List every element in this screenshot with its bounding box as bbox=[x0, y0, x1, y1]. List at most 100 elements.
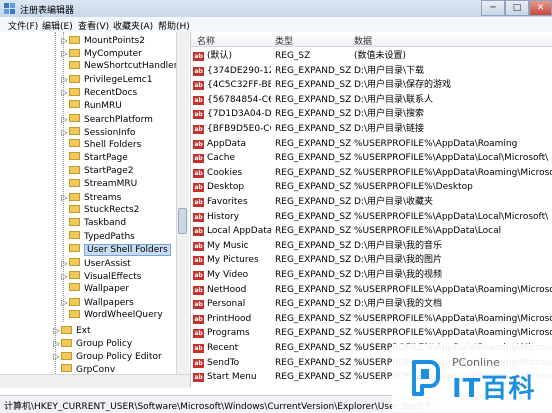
tree-item[interactable]: ▷ Ext bbox=[52, 324, 91, 337]
tree-vertical-scrollbar[interactable] bbox=[176, 32, 189, 387]
expand-arrow-icon[interactable]: ▷ bbox=[52, 337, 61, 350]
expand-arrow-icon[interactable]: ▷ bbox=[60, 296, 69, 309]
tree-item[interactable]: ▷ UserAssist bbox=[60, 257, 131, 270]
value-row[interactable]: ab My Video REG_EXPAND_SZ D:\用户目录\我的视频 bbox=[191, 269, 552, 282]
value-row[interactable]: ab PrintHood REG_EXPAND_SZ %USERPROFILE%\Ap… bbox=[191, 313, 552, 326]
folder-icon bbox=[69, 244, 80, 253]
expand-arrow-icon[interactable]: ▷ bbox=[60, 191, 69, 204]
value-data: %USERPROFILE%\AppData\Roaming\Microso bbox=[354, 328, 552, 339]
tree-item[interactable]: RunMRU bbox=[60, 100, 122, 113]
value-data: D:\用户目录\保存的游戏 bbox=[354, 80, 452, 91]
value-row[interactable]: ab Cache REG_EXPAND_SZ %USERPROFILE%\AppDat… bbox=[191, 152, 552, 165]
tree-item-label: Taskband bbox=[84, 218, 127, 229]
value-row[interactable]: ab{7D1D3A04-DE... REG_EXPAND_SZD:\用户目录\搜索 bbox=[191, 108, 552, 121]
tree-item[interactable]: Wallpaper bbox=[60, 283, 129, 296]
tree-item[interactable]: ▷ SessionInfo bbox=[60, 126, 135, 139]
tree-item[interactable]: StuckRects2 bbox=[60, 204, 139, 217]
value-type: REG_EXPAND_SZ bbox=[275, 197, 351, 207]
tree-item[interactable]: ▷ Group Policy Editor bbox=[52, 350, 162, 363]
tree-scroll-thumb[interactable] bbox=[178, 208, 187, 234]
menu-favorites[interactable]: 收藏夹(A) bbox=[113, 19, 153, 32]
expand-arrow-icon[interactable]: ▷ bbox=[52, 324, 61, 337]
value-data: %USERPROFILE%\Desktop bbox=[354, 182, 473, 193]
tree-item[interactable]: StartPage2 bbox=[60, 165, 134, 178]
tree-item[interactable]: ▷ RecentDocs bbox=[60, 86, 137, 99]
value-row[interactable]: ab My Music REG_EXPAND_SZ D:\用户目录\我的音乐 bbox=[191, 240, 552, 253]
expand-arrow-icon[interactable]: ▷ bbox=[60, 86, 69, 99]
value-type: REG_EXPAND_SZ bbox=[275, 80, 351, 91]
folder-icon bbox=[69, 152, 80, 161]
expand-arrow-icon[interactable]: ▷ bbox=[60, 47, 69, 60]
tree-item[interactable]: Shell Folders bbox=[60, 139, 141, 152]
value-data: %USERPROFILE%\AppData\Roaming\Microso bbox=[354, 313, 552, 324]
folder-icon bbox=[69, 231, 80, 239]
close-button[interactable]: ✕ bbox=[529, 0, 552, 16]
value-row[interactable]: ab{BFB9D5E0-C6... REG_EXPAND_SZD:\用户目录\链接 bbox=[191, 123, 552, 136]
maximize-button[interactable]: □ bbox=[505, 0, 529, 16]
tree-item[interactable]: WordWheelQuery bbox=[60, 309, 163, 322]
value-row[interactable]: ab Cookies REG_EXPAND_SZ %USERPROFILE%\AppD… bbox=[191, 167, 552, 180]
value-data: D:\用户目录\我的音乐 bbox=[354, 240, 443, 251]
registry-app-icon bbox=[4, 3, 15, 14]
string-value-icon: ab bbox=[193, 66, 204, 76]
value-data: %USERPROFILE%\AppData\Local\Microsoft\ bbox=[354, 211, 549, 222]
value-row[interactable]: ab{374DE290-12... REG_EXPAND_SZD:\用户目录\下载 bbox=[191, 65, 552, 78]
tree-item[interactable]: TypedPaths bbox=[60, 231, 135, 244]
expand-arrow-icon[interactable]: ▷ bbox=[60, 270, 69, 283]
tree-item[interactable]: ▷ PrivilegeLemc1 bbox=[60, 73, 152, 86]
menu-help[interactable]: 帮助(H) bbox=[158, 19, 190, 32]
tree-item-label: Wallpapers bbox=[84, 298, 134, 308]
folder-icon bbox=[69, 139, 80, 148]
expand-arrow-icon[interactable]: ▷ bbox=[60, 126, 69, 139]
tree-item[interactable]: ▷ Group Policy bbox=[52, 337, 132, 350]
tree-item[interactable]: ▷ MyComputer bbox=[60, 47, 142, 60]
value-row[interactable]: ab AppData REG_EXPAND_SZ %USERPROFILE%\AppD… bbox=[191, 138, 552, 151]
menu-view[interactable]: 查看(V) bbox=[78, 19, 109, 32]
value-row[interactable]: ab History REG_EXPAND_SZ %USERPROFILE%\AppD… bbox=[191, 211, 552, 224]
folder-icon bbox=[69, 165, 80, 174]
menu-file[interactable]: 文件(F) bbox=[8, 19, 38, 32]
expand-arrow-icon[interactable]: ▷ bbox=[60, 113, 69, 126]
value-row[interactable]: ab{56784854-C6... REG_EXPAND_SZD:\用户目录\联系… bbox=[191, 94, 552, 107]
expand-arrow-icon[interactable]: ▷ bbox=[52, 350, 61, 363]
expand-arrow-icon[interactable]: ▷ bbox=[60, 34, 69, 47]
tree-item[interactable]: ▷ SearchPlatform bbox=[60, 113, 153, 126]
value-row[interactable]: ab Personal REG_EXPAND_SZ D:\用户目录\我的文档 bbox=[191, 298, 552, 311]
folder-icon bbox=[69, 192, 80, 201]
tree-item[interactable]: StreamMRU bbox=[60, 178, 137, 191]
value-data: D:\用户目录\收藏夹 bbox=[354, 197, 434, 207]
tree-item[interactable]: NewShortcutHandlers bbox=[60, 60, 182, 73]
folder-icon bbox=[69, 60, 80, 69]
expand-arrow-icon[interactable]: ▷ bbox=[60, 257, 69, 270]
tree-item-label: UserAssist bbox=[84, 258, 131, 269]
column-header-type[interactable]: 类型 bbox=[275, 34, 293, 47]
tree-item[interactable]: User Shell Folders bbox=[60, 243, 171, 257]
tree-item-label: SearchPlatform bbox=[84, 114, 153, 125]
value-row[interactable]: ab Local AppData REG_EXPAND_SZ %USERPROFILE… bbox=[191, 225, 552, 238]
value-row[interactable]: ab Desktop REG_EXPAND_SZ %USERPROFILE%\Desk… bbox=[191, 181, 552, 194]
tree-item[interactable]: ▷ VisualEffects bbox=[60, 270, 141, 283]
column-header-data[interactable]: 数据 bbox=[354, 34, 372, 47]
value-row[interactable]: ab Programs REG_EXPAND_SZ %USERPROFILE%\App… bbox=[191, 327, 552, 340]
menu-edit[interactable]: 编辑(E) bbox=[42, 19, 73, 32]
tree-item[interactable]: Taskband bbox=[60, 217, 126, 230]
value-row[interactable]: ab{4C5C32FF-BB... REG_EXPAND_SZD:\用户目录\保存… bbox=[191, 79, 552, 92]
column-header-name[interactable]: 名称 bbox=[197, 34, 215, 47]
tree-horizontal-scrollbar[interactable] bbox=[0, 374, 190, 388]
pconline-watermark: PConline IT百科 bbox=[392, 344, 552, 412]
tree-item[interactable]: ▷ Wallpapers bbox=[60, 296, 134, 309]
value-data: (数值未设置) bbox=[354, 51, 407, 61]
value-row[interactable]: ab My Pictures REG_EXPAND_SZ D:\用户目录\我的图片 bbox=[191, 254, 552, 267]
tree-item[interactable]: StartPage bbox=[60, 152, 128, 165]
minimize-button[interactable]: ─ bbox=[481, 0, 505, 16]
value-row[interactable]: ab (默认) REG_SZ (数值未设置) bbox=[191, 50, 552, 63]
value-type: REG_EXPAND_SZ bbox=[275, 240, 351, 251]
tree-item[interactable]: ▷ Streams bbox=[60, 191, 121, 204]
string-value-icon: ab bbox=[193, 154, 204, 164]
folder-icon bbox=[61, 351, 72, 360]
value-name: Programs bbox=[207, 328, 250, 339]
value-row[interactable]: ab Favorites REG_EXPAND_SZ D:\用户目录\收藏夹 bbox=[191, 196, 552, 209]
tree-item[interactable]: ▷ MountPoints2 bbox=[60, 34, 145, 47]
expand-arrow-icon[interactable]: ▷ bbox=[60, 73, 69, 86]
value-row[interactable]: ab NetHood REG_EXPAND_SZ %USERPROFILE%\AppD… bbox=[191, 284, 552, 297]
